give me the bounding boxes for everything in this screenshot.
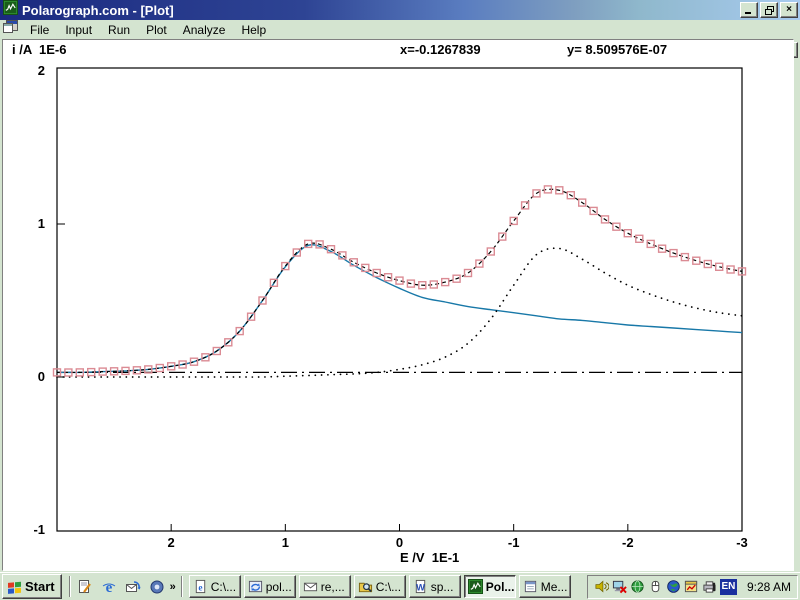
search-folder-icon: [358, 579, 373, 594]
task-button-label: Pol...: [486, 580, 515, 594]
task-button-label: C:\...: [211, 580, 236, 594]
svg-text:W: W: [416, 582, 425, 592]
separator: [69, 576, 71, 597]
svg-text:e: e: [105, 580, 112, 595]
scheduler-icon: [684, 579, 699, 594]
experimental-point-marker: [396, 277, 403, 284]
x-tick-label: 2: [168, 535, 175, 550]
separator: [181, 576, 183, 597]
task-button-mail[interactable]: re,...: [299, 575, 351, 598]
experimental-point-marker: [636, 235, 643, 242]
printer-icon: [702, 579, 717, 594]
task-button-label: pol...: [266, 580, 292, 594]
task-button-polarograph[interactable]: Pol...: [464, 575, 516, 598]
y-tick-label: 2: [38, 63, 45, 78]
experimental-point-marker: [647, 240, 654, 247]
series-component-2: [57, 248, 742, 377]
quick-launch-outlook-express-icon[interactable]: [122, 576, 144, 598]
task-button-label: Me...: [541, 580, 568, 594]
word-document-icon: W: [413, 579, 428, 594]
media-player-icon: [149, 579, 165, 595]
task-button-label: sp...: [431, 580, 454, 594]
task-button-label: re,...: [321, 580, 345, 594]
windows-logo-icon: [7, 580, 22, 594]
x-tick-label: -2: [622, 535, 634, 550]
task-button-label: C:\...: [376, 580, 401, 594]
y-tick-label: 1: [38, 216, 45, 231]
folder-window-icon: [523, 579, 538, 594]
quick-launch-internet-explorer-icon[interactable]: e: [98, 576, 120, 598]
experimental-point-marker: [681, 254, 688, 261]
volume-icon: [594, 579, 609, 594]
quick-launch-new-document-icon[interactable]: [74, 576, 96, 598]
polarograph-icon: [468, 579, 483, 594]
start-button[interactable]: Start: [2, 574, 62, 599]
taskbar-clock[interactable]: 9:28 AM: [747, 580, 791, 594]
mouse-icon: [648, 579, 663, 594]
connection-icon: [630, 579, 645, 594]
series-component-1: [57, 245, 742, 373]
quick-launch: e: [74, 576, 168, 598]
taskbar: Start e » e C:\... pol... re,... C:\... Wsp..…: [0, 572, 800, 600]
outlook-express-icon: [125, 579, 141, 595]
task-button-folder-window[interactable]: Me...: [519, 575, 571, 598]
quick-launch-overflow-chevron[interactable]: »: [168, 581, 178, 593]
tray-mouse-icon[interactable]: [648, 579, 664, 595]
y-tick-label: -1: [33, 522, 45, 537]
sync-icon: [248, 579, 263, 594]
new-document-icon: [77, 579, 93, 595]
language-indicator[interactable]: EN: [720, 579, 737, 595]
tray-network-error-icon[interactable]: [612, 579, 628, 595]
x-tick-label: 0: [396, 535, 403, 550]
system-tray: EN 9:28 AM: [587, 575, 798, 599]
mail-icon: [303, 579, 318, 594]
tray-globe-icon[interactable]: [666, 579, 682, 595]
tray-connection-icon[interactable]: [630, 579, 646, 595]
y-tick-label: 0: [38, 369, 45, 384]
x-tick-label: -1: [508, 535, 520, 550]
task-button-word-document[interactable]: Wsp...: [409, 575, 461, 598]
plot-canvas[interactable]: 2 1 0 -1 -2 -3 2 1 0 -1: [0, 0, 800, 572]
x-tick-label: -3: [736, 535, 748, 550]
task-buttons: e C:\... pol... re,... C:\... Wsp... Pol... Me.…: [189, 575, 571, 598]
tray-printer-icon[interactable]: [702, 579, 718, 595]
tray-volume-icon[interactable]: [594, 579, 610, 595]
start-label: Start: [25, 579, 55, 594]
task-button-sync[interactable]: pol...: [244, 575, 296, 598]
x-tick-label: 1: [282, 535, 289, 550]
ie-document-icon: e: [193, 579, 208, 594]
plot-frame: [57, 68, 742, 531]
task-button-search-folder[interactable]: C:\...: [354, 575, 406, 598]
quick-launch-media-player-icon[interactable]: [146, 576, 168, 598]
experimental-point-marker: [727, 266, 734, 273]
task-button-ie-document[interactable]: e C:\...: [189, 575, 241, 598]
tray-scheduler-icon[interactable]: [684, 579, 700, 595]
internet-explorer-icon: e: [101, 579, 117, 595]
network-error-icon: [612, 579, 627, 594]
svg-text:e: e: [198, 583, 202, 593]
globe-icon: [666, 579, 681, 594]
series-fitted-total: [57, 189, 742, 372]
